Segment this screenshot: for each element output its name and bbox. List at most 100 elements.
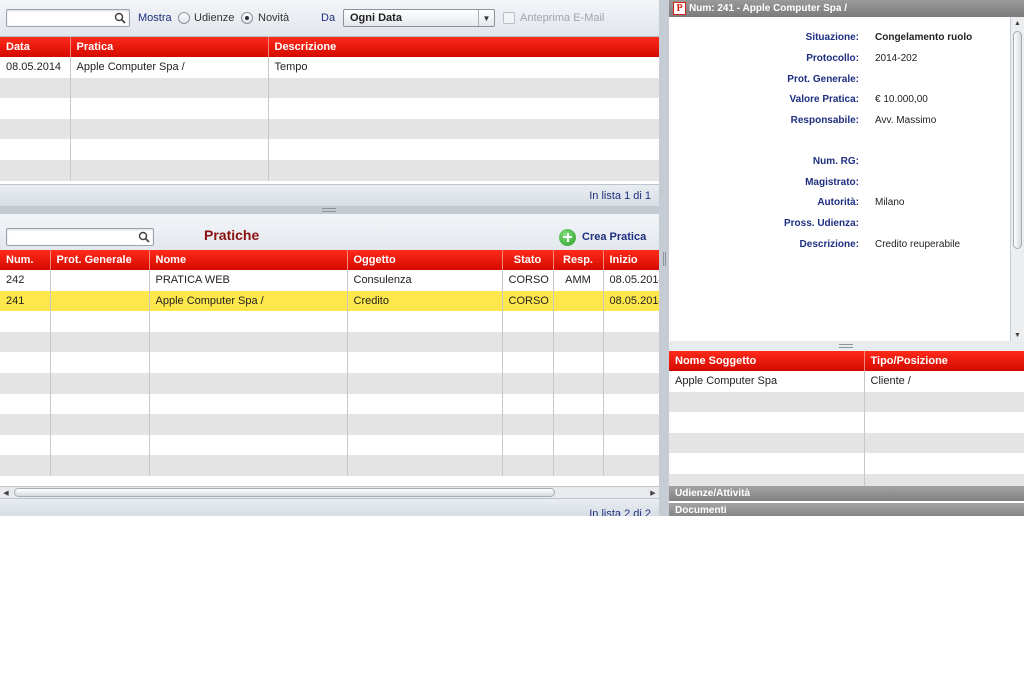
pratiche-row-cell — [603, 311, 660, 332]
soggetti-row[interactable] — [669, 391, 1024, 413]
agenda-footer: In lista 1 di 1 — [0, 184, 659, 206]
search-icon[interactable] — [138, 231, 150, 243]
detail-vertical-scrollbar[interactable]: ▲ ▼ — [1010, 17, 1024, 341]
anteprima-email-label: Anteprima E-Mail — [520, 12, 605, 24]
udienze-attivita-section[interactable]: Udienze/Attività — [669, 486, 1024, 501]
soggetti-col-nome[interactable]: Nome Soggetto — [669, 351, 865, 371]
pratiche-row[interactable] — [0, 311, 660, 332]
pratiche-row[interactable] — [0, 372, 660, 394]
scrollbar-thumb[interactable] — [1013, 31, 1022, 249]
pratiche-row-cell — [149, 372, 348, 394]
detail-splitter[interactable] — [669, 341, 1024, 351]
agenda-row-cell — [0, 139, 71, 160]
agenda-col-pratica[interactable]: Pratica — [70, 37, 269, 57]
pratiche-table: Num. Prot. Generale Nome Oggetto Stato R… — [0, 250, 660, 476]
soggetti-row-cell — [669, 453, 865, 474]
pratiche-row-cell — [347, 311, 503, 332]
agenda-row-cell — [268, 98, 660, 119]
documenti-section[interactable]: Documenti — [669, 503, 1024, 516]
scroll-up-icon[interactable]: ▲ — [1011, 17, 1024, 29]
crea-pratica-button[interactable]: Crea Pratica — [559, 228, 651, 246]
anteprima-email-checkbox[interactable] — [503, 12, 515, 24]
soggetti-row[interactable] — [669, 453, 1024, 474]
agenda-row[interactable] — [0, 77, 660, 99]
pratiche-row-cell — [347, 414, 503, 435]
pratiche-row-cell — [553, 331, 604, 353]
pratiche-col-oggetto[interactable]: Oggetto — [347, 250, 503, 270]
horizontal-splitter[interactable] — [0, 206, 659, 214]
scrollbar-thumb[interactable] — [14, 488, 555, 497]
detail-field-value: Credito reuperabile — [875, 239, 961, 250]
search-icon[interactable] — [114, 12, 126, 24]
add-icon[interactable] — [559, 228, 576, 246]
vertical-splitter[interactable] — [659, 0, 669, 516]
da-date-select[interactable]: Ogni Data ▼ — [343, 9, 495, 27]
pratiche-row[interactable]: 242 PRATICA WEB Consulenza CORSO AMM 08.05.20… — [0, 270, 660, 291]
detail-field-label: Pross. Udienza: — [783, 218, 859, 229]
da-date-value: Ogni Data — [350, 12, 402, 24]
pratiche-col-num[interactable]: Num. — [0, 250, 51, 270]
splitter-grip-icon[interactable] — [322, 208, 336, 212]
agenda-row-cell — [268, 118, 660, 140]
crea-pratica-label[interactable]: Crea Pratica — [582, 231, 646, 243]
soggetti-col-tipo[interactable]: Tipo/Posizione — [864, 351, 1024, 371]
detail-field-value: Avv. Massimo — [875, 115, 937, 126]
pratiche-row-cell — [50, 331, 150, 353]
pratiche-row-cell — [149, 393, 348, 415]
pratiche-row[interactable] — [0, 352, 660, 373]
pratiche-row-cell — [603, 455, 660, 476]
pratiche-row-cell — [502, 311, 554, 332]
soggetti-row[interactable]: Apple Computer Spa Cliente / — [669, 371, 1024, 392]
scroll-down-icon[interactable]: ▼ — [1011, 329, 1024, 341]
pratiche-row-cell: 08.05.2014 — [603, 290, 660, 312]
pratiche-col-resp[interactable]: Resp. — [553, 250, 604, 270]
pratiche-row-cell — [347, 372, 503, 394]
soggetti-row[interactable] — [669, 432, 1024, 454]
detail-field-label: Prot. Generale: — [787, 74, 859, 85]
udienze-radio[interactable] — [178, 12, 190, 24]
agenda-col-descrizione[interactable]: Descrizione — [268, 37, 660, 57]
pratiche-horizontal-scrollbar[interactable]: ◀ ▶ — [0, 486, 659, 498]
agenda-row-cell — [70, 139, 269, 160]
pratiche-row-cell: CORSO — [502, 270, 554, 291]
detail-field-value: Congelamento ruolo — [875, 32, 973, 43]
pratiche-row-cell: Consulenza — [347, 270, 503, 291]
pratiche-row-cell — [0, 331, 51, 353]
agenda-search-input[interactable] — [6, 9, 130, 27]
agenda-row[interactable] — [0, 139, 660, 160]
pratiche-row-cell: CORSO — [502, 290, 554, 312]
agenda-table: Data Pratica Descrizione 08.05.2014 Apple… — [0, 37, 660, 181]
scroll-left-icon[interactable]: ◀ — [0, 487, 12, 498]
pratiche-row[interactable] — [0, 414, 660, 435]
detail-field-label: Responsabile: — [790, 115, 859, 126]
agenda-row[interactable]: 08.05.2014 Apple Computer Spa / Tempo — [0, 57, 660, 78]
agenda-row[interactable] — [0, 118, 660, 140]
pratiche-row[interactable]: 241 Apple Computer Spa / Credito CORSO 08.05… — [0, 290, 660, 312]
pratiche-col-stato[interactable]: Stato — [502, 250, 554, 270]
agenda-row-cell: Apple Computer Spa / — [70, 57, 269, 78]
pratiche-row[interactable] — [0, 434, 660, 456]
agenda-row-cell — [0, 77, 71, 99]
splitter-grip-icon[interactable] — [663, 252, 666, 266]
splitter-grip-icon[interactable] — [839, 344, 853, 348]
pratiche-col-inizio[interactable]: Inizio — [603, 250, 660, 270]
agenda-row[interactable] — [0, 98, 660, 119]
pratiche-row[interactable] — [0, 331, 660, 353]
agenda-col-data[interactable]: Data — [0, 37, 71, 57]
pratiche-row[interactable] — [0, 393, 660, 415]
pratiche-row-cell — [347, 393, 503, 415]
novita-radio[interactable] — [241, 12, 253, 24]
pratiche-search-input[interactable] — [6, 228, 154, 246]
pratiche-row[interactable] — [0, 455, 660, 476]
udienze-radio-label[interactable]: Udienze — [194, 12, 234, 24]
pratiche-footer: In lista 2 di 2 — [0, 498, 659, 516]
chevron-down-icon[interactable]: ▼ — [478, 10, 494, 26]
novita-radio-label[interactable]: Novità — [258, 12, 289, 24]
scroll-right-icon[interactable]: ▶ — [647, 487, 659, 498]
pratiche-col-nome[interactable]: Nome — [149, 250, 348, 270]
pratiche-row-cell — [50, 455, 150, 476]
agenda-row-cell — [0, 98, 71, 119]
soggetti-row[interactable] — [669, 412, 1024, 433]
agenda-row[interactable] — [0, 159, 660, 181]
pratiche-col-prot-generale[interactable]: Prot. Generale — [50, 250, 150, 270]
